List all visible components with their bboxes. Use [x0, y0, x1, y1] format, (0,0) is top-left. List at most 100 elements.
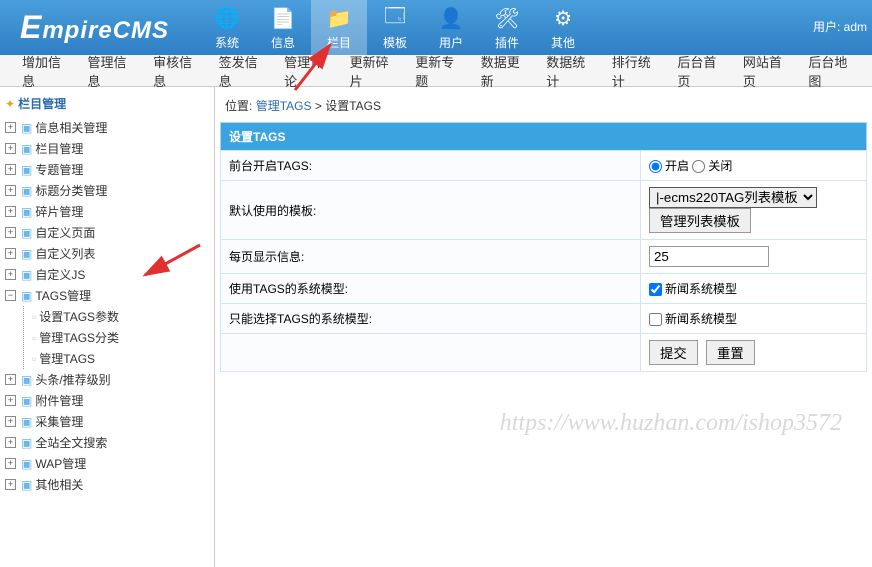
tree-item[interactable]: +▣全站全文搜索 — [5, 432, 209, 453]
tree-item[interactable]: +▣附件管理 — [5, 390, 209, 411]
top-nav-item[interactable]: 👤用户 — [423, 0, 479, 56]
tree-label: 采集管理 — [35, 413, 83, 430]
tree-item[interactable]: +▣信息相关管理 — [5, 117, 209, 138]
tree-item[interactable]: +▣WAP管理 — [5, 453, 209, 474]
top-nav-item[interactable]: 🛠 插件 — [479, 0, 535, 56]
subnav-item[interactable]: 增加信息 — [10, 52, 76, 90]
top-nav-item[interactable]: 📄信息 — [255, 0, 311, 56]
tree-toggle-icon[interactable]: + — [5, 437, 16, 448]
nav-icon: 🛠 — [493, 4, 521, 32]
radio-option[interactable]: 关闭 — [692, 159, 732, 173]
folder-icon: ▣ — [21, 373, 32, 387]
tree-item[interactable]: −▣TAGS管理 — [5, 285, 209, 306]
tree-item[interactable]: +▣栏目管理 — [5, 138, 209, 159]
nav-label: 模板 — [383, 34, 407, 51]
check-option[interactable]: 新闻系统模型 — [649, 312, 737, 326]
tree-toggle-icon[interactable]: + — [5, 164, 16, 175]
checkbox-input[interactable] — [649, 313, 662, 326]
top-nav-item[interactable]: 🌐系统 — [199, 0, 255, 56]
tree-item[interactable]: +▣专题管理 — [5, 159, 209, 180]
subnav-item[interactable]: 数据更新 — [469, 52, 535, 90]
tree-label: 设置TAGS参数 — [39, 308, 119, 325]
main: ✦ 栏目管理 +▣信息相关管理+▣栏目管理+▣专题管理+▣标题分类管理+▣碎片管… — [0, 87, 872, 567]
top-nav-item[interactable]: 🗔模板 — [367, 0, 423, 56]
tree-label: 碎片管理 — [35, 203, 83, 220]
form-input-cell: 开启 关闭 — [641, 151, 867, 181]
file-icon: ▫ — [32, 331, 36, 345]
tree-item[interactable]: +▣自定义页面 — [5, 222, 209, 243]
tree-item[interactable]: +▣标题分类管理 — [5, 180, 209, 201]
tree-child-item[interactable]: ▫管理TAGS分类 — [24, 327, 209, 348]
form-label: 默认使用的模板: — [221, 181, 641, 240]
nav-label: 插件 — [495, 34, 519, 51]
tree-item[interactable]: + ▣碎片管理 — [5, 201, 209, 222]
tree-item[interactable]: +▣头条/推荐级别 — [5, 369, 209, 390]
nav-icon: ⚙ — [549, 4, 577, 32]
nav-label: 信息 — [271, 34, 295, 51]
radio-input[interactable] — [649, 160, 662, 173]
tree-label: 信息相关管理 — [35, 119, 107, 136]
tree-toggle-icon[interactable]: + — [5, 269, 16, 280]
form-label: 只能选择TAGS的系统模型: — [221, 304, 641, 334]
top-nav-item[interactable]: 📁栏目 — [311, 0, 367, 56]
subnav-item[interactable]: 更新碎片 — [338, 52, 404, 90]
tree-toggle-icon[interactable]: + — [5, 206, 16, 217]
tree-toggle-icon[interactable]: + — [5, 185, 16, 196]
tree-toggle-icon[interactable]: + — [5, 374, 16, 385]
folder-icon: ▣ — [21, 436, 32, 450]
subnav-item[interactable]: 后台首页 — [665, 52, 731, 90]
tree-toggle-icon[interactable]: + — [5, 395, 16, 406]
nav-label: 栏目 — [327, 34, 351, 51]
tree-child-item[interactable]: ▫设置TAGS参数 — [24, 306, 209, 327]
form-table: 设置TAGS 前台开启TAGS:开启 关闭默认使用的模板:|-ecms220TA… — [220, 122, 867, 372]
tree-toggle-icon[interactable]: + — [5, 248, 16, 259]
text-input[interactable] — [649, 246, 769, 267]
tree-label: 栏目管理 — [35, 140, 83, 157]
folder-icon: ▣ — [21, 226, 32, 240]
top-nav-item[interactable]: ⚙其他 — [535, 0, 591, 56]
tree-toggle-icon[interactable]: + — [5, 458, 16, 469]
header: EmpireCMS 🌐系统📄信息📁栏目🗔模板👤用户🛠插件⚙其他 用户: adm — [0, 0, 872, 55]
check-option[interactable]: 新闻系统模型 — [649, 282, 737, 296]
tree-toggle-icon[interactable]: − — [5, 290, 16, 301]
subnav-item[interactable]: 排行统计 — [600, 52, 666, 90]
subnav-item[interactable]: 管理评论 — [272, 52, 338, 90]
radio-input[interactable] — [692, 160, 705, 173]
tree-toggle-icon[interactable]: + — [5, 479, 16, 490]
tree-child-item[interactable]: ▫管理TAGS — [24, 348, 209, 369]
logo: EmpireCMS — [0, 9, 189, 46]
folder-icon: ▣ — [21, 457, 32, 471]
tree-item[interactable]: + ▣采集管理 — [5, 411, 209, 432]
subnav-item[interactable]: 网站首页 — [731, 52, 797, 90]
tree-toggle-icon[interactable]: + — [5, 416, 16, 427]
template-select[interactable]: |-ecms220TAG列表模板 — [649, 187, 817, 208]
content: 位置: 管理TAGS > 设置TAGS 设置TAGS 前台开启TAGS:开启 关… — [215, 87, 872, 567]
tree-label: 附件管理 — [35, 392, 83, 409]
folder-icon: ▣ — [21, 205, 32, 219]
tree-toggle-icon[interactable]: + — [5, 122, 16, 133]
tree-item[interactable]: +▣自定义JS — [5, 264, 209, 285]
tree-item[interactable]: +▣自定义列表 — [5, 243, 209, 264]
form-input-cell: 新闻系统模型 — [641, 304, 867, 334]
subnav-item[interactable]: 数据统计 — [534, 52, 600, 90]
nav-icon: 🌐 — [213, 4, 241, 32]
folder-icon: ▣ — [21, 415, 32, 429]
breadcrumb: 位置: 管理TAGS > 设置TAGS — [220, 97, 867, 114]
subnav-item[interactable]: 后台地图 — [796, 52, 862, 90]
tree-label: 管理TAGS分类 — [39, 329, 119, 346]
subnav-item[interactable]: 签发信息 — [207, 52, 273, 90]
tree-item[interactable]: +▣其他相关 — [5, 474, 209, 495]
checkbox-input[interactable] — [649, 283, 662, 296]
manage-template-button[interactable]: 管理列表模板 — [649, 208, 751, 233]
tree-header: ✦ 栏目管理 — [5, 95, 209, 112]
subnav-item[interactable]: 更新专题 — [403, 52, 469, 90]
tree-toggle-icon[interactable]: + — [5, 227, 16, 238]
subnav-item[interactable]: 管理信息 — [76, 52, 142, 90]
radio-option[interactable]: 开启 — [649, 159, 689, 173]
form-title: 设置TAGS — [221, 123, 867, 151]
breadcrumb-link[interactable]: 管理TAGS — [256, 99, 312, 113]
subnav-item[interactable]: 审核信息 — [141, 52, 207, 90]
reset-button[interactable]: 重置 — [706, 340, 755, 365]
tree-toggle-icon[interactable]: + — [5, 143, 16, 154]
submit-button[interactable]: 提交 — [649, 340, 698, 365]
